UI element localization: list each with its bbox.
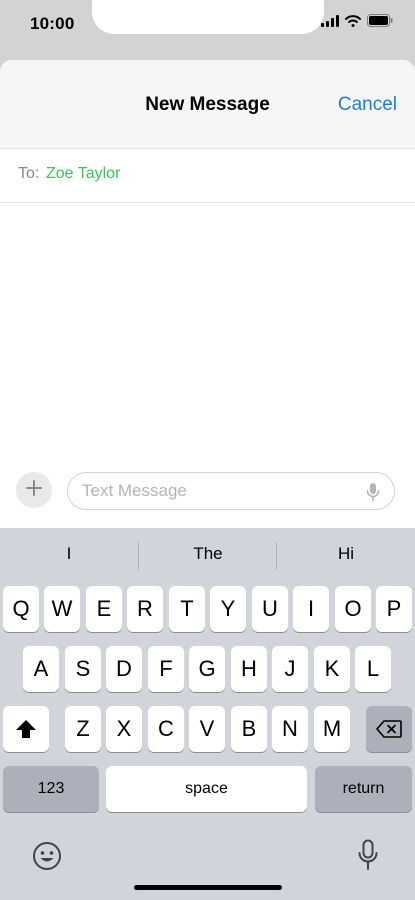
key[interactable]: P [376,586,412,632]
to-label: To: [18,165,40,182]
suggestion-item[interactable]: Hi [277,544,415,564]
cancel-button[interactable]: Cancel [338,94,397,116]
return-key[interactable]: return [315,766,412,812]
key[interactable]: I [293,586,329,632]
key[interactable]: N [272,706,308,752]
delete-key[interactable] [366,706,412,752]
space-key[interactable]: space [106,766,307,812]
key[interactable]: O [335,586,371,632]
key[interactable]: E [86,586,122,632]
cellular-signal-icon [321,14,339,32]
key[interactable]: L [355,646,391,692]
message-input[interactable] [82,480,352,502]
notch [92,0,324,34]
key[interactable]: Y [210,586,246,632]
dictation-key[interactable] [358,839,378,876]
key[interactable]: W [44,586,80,632]
nav-bar: New Message Cancel [0,60,415,149]
status-icons [321,14,393,32]
microphone-icon [366,483,380,502]
suggestion-item[interactable]: I [0,544,138,564]
key[interactable]: R [127,586,163,632]
key[interactable]: X [106,706,142,752]
keyboard: I The Hi Q W E R T Y U I O P A S D F G H… [0,528,415,900]
key[interactable]: B [231,706,267,752]
emoji-icon [33,842,61,870]
key[interactable]: V [189,706,225,752]
wifi-icon [345,14,361,32]
key[interactable]: J [272,646,308,692]
backspace-icon [376,720,402,738]
key[interactable]: Z [65,706,101,752]
dictation-button[interactable] [366,482,380,507]
numbers-key[interactable]: 123 [3,766,99,812]
key[interactable]: S [65,646,101,692]
key[interactable]: G [189,646,225,692]
key[interactable]: K [314,646,350,692]
phone-screen: 10:00 New Message Cancel To: Zoe Taylor … [0,0,415,900]
microphone-icon [358,839,378,870]
status-time: 10:00 [30,14,75,33]
key[interactable]: M [314,706,350,752]
key[interactable]: A [23,646,59,692]
key[interactable]: C [148,706,184,752]
home-indicator[interactable] [134,885,282,890]
message-field[interactable] [67,472,395,510]
key[interactable]: D [106,646,142,692]
status-bar: 10:00 [0,0,415,56]
suggestion-item[interactable]: The [139,544,277,564]
emoji-button[interactable] [32,841,62,876]
key[interactable]: F [148,646,184,692]
key[interactable]: H [231,646,267,692]
key[interactable]: T [169,586,205,632]
recipient-field[interactable]: To: Zoe Taylor [0,149,415,203]
predictive-text-bar: I The Hi [0,528,415,584]
plus-icon [25,479,43,502]
battery-icon [367,14,393,32]
shift-icon [16,720,36,738]
key[interactable]: U [252,586,288,632]
shift-key[interactable] [3,706,49,752]
key[interactable]: Q [3,586,39,632]
add-attachment-button[interactable] [16,472,52,508]
recipient-name[interactable]: Zoe Taylor [46,165,120,183]
